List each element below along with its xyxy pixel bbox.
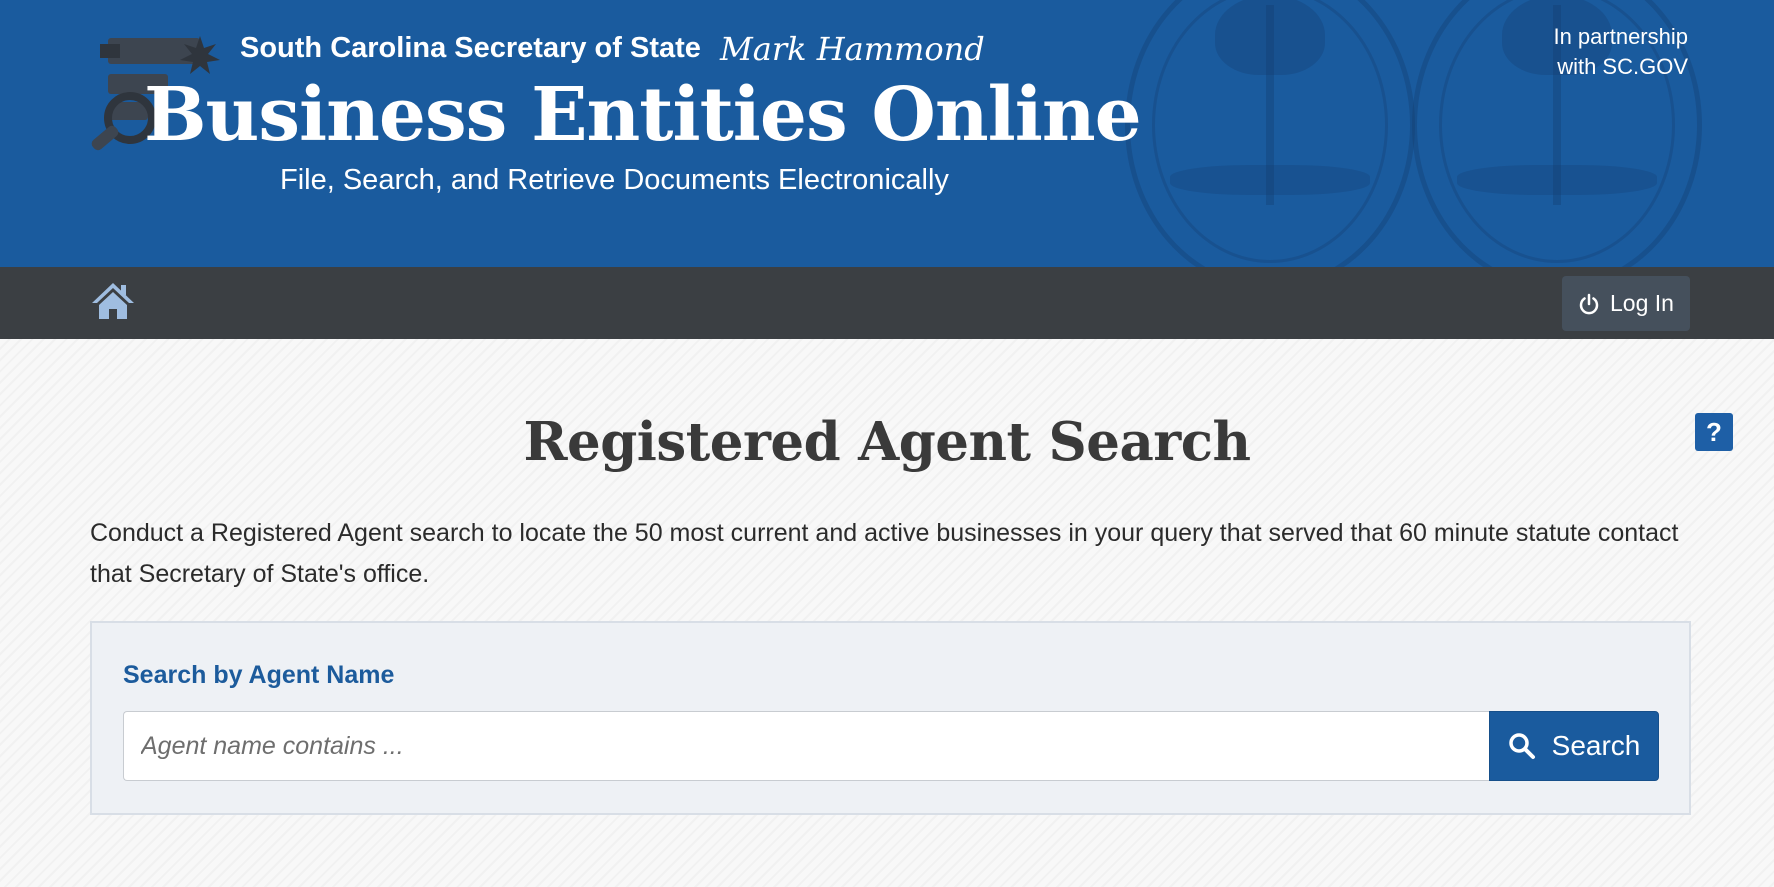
sos-title: South Carolina Secretary of State xyxy=(240,32,701,64)
search-panel-label: Search by Agent Name xyxy=(123,661,395,689)
app-title: Business Entities Online xyxy=(144,72,1142,158)
search-button-label: Search xyxy=(1551,730,1641,761)
app-subtitle: File, Search, and Retrieve Documents Ele… xyxy=(280,164,949,196)
search-panel: Search by Agent Name Search xyxy=(90,621,1691,815)
page-title: Registered Agent Search xyxy=(523,411,1251,473)
partnership-note: In partnership with SC.GOV xyxy=(1468,22,1688,82)
secretary-signature: Mark Hammond xyxy=(720,30,985,68)
login-button[interactable]: Log In xyxy=(1562,276,1690,331)
intro-text: Conduct a Registered Agent search to loc… xyxy=(90,519,1679,588)
agent-name-search-input[interactable] xyxy=(123,711,1489,781)
home-icon xyxy=(92,283,134,319)
partnership-line: with SC.GOV xyxy=(1557,54,1688,79)
login-label: Log In xyxy=(1610,290,1674,316)
top-navbar: Log In xyxy=(0,267,1774,339)
main-content: ? Registered Agent Search Conduct a Regi… xyxy=(0,339,1774,887)
state-seal-graphic xyxy=(1125,0,1415,267)
search-icon xyxy=(1508,733,1535,759)
search-button[interactable]: Search xyxy=(1489,711,1659,781)
home-button[interactable] xyxy=(92,281,138,323)
power-icon xyxy=(1579,293,1599,314)
partnership-line: In partnership xyxy=(1553,24,1688,49)
site-banner: South Carolina Secretary of State Mark H… xyxy=(0,0,1774,267)
